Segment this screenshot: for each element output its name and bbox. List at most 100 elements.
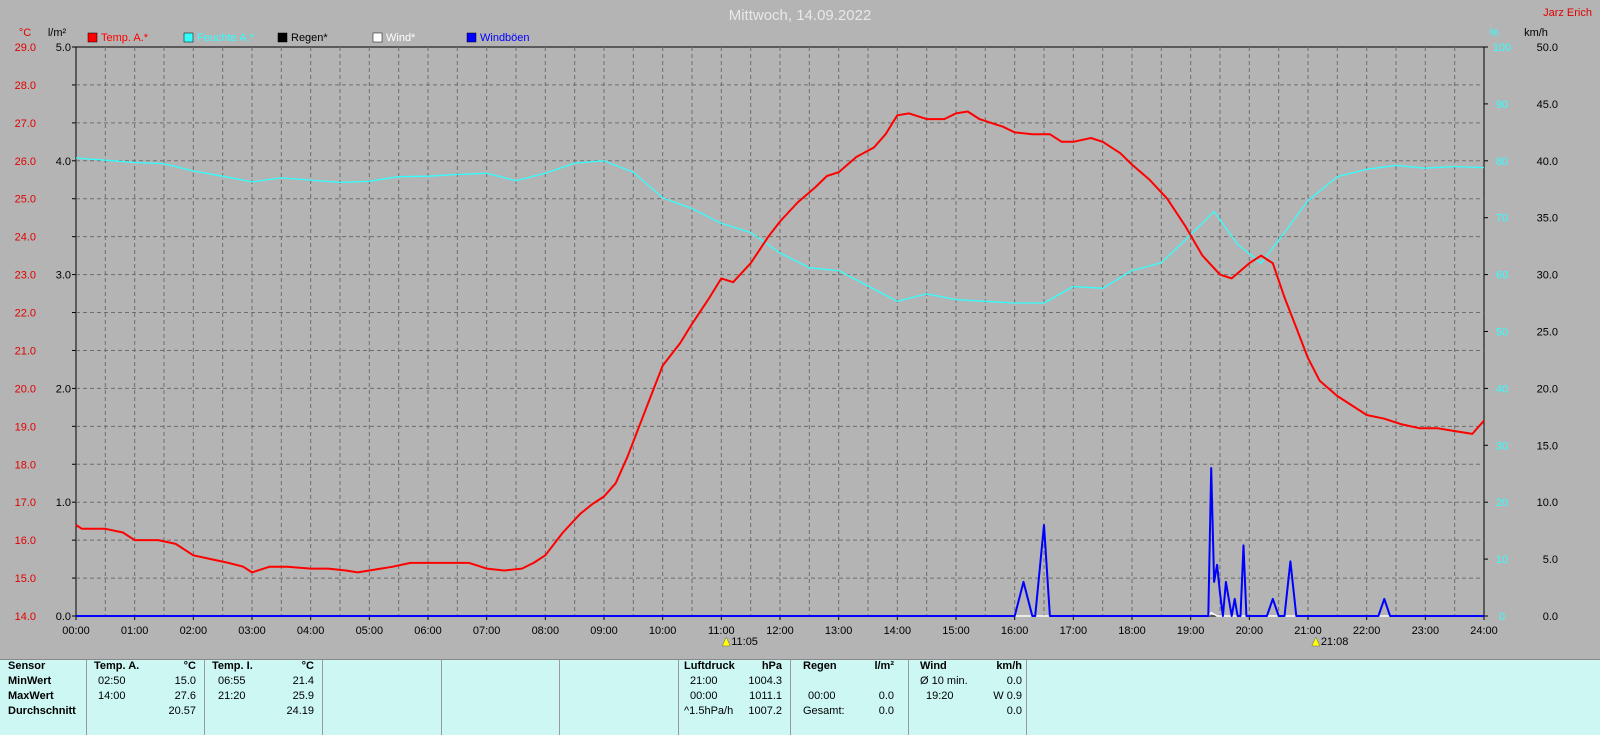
rain-tick-label: 2.0 (56, 383, 71, 395)
temp-tick-label: 28.0 (15, 80, 36, 92)
humidity-tick-label: 10 (1496, 554, 1508, 566)
wind-tick-label: 45.0 (1537, 99, 1558, 111)
weather-chart: °C l/m²% km/h 29.0 28.0 27.0 26.0 25.0 24.0 23.0 2… (15, 7, 1592, 648)
x-tick-label: 07:00 (473, 625, 501, 637)
x-tick-label: 19:00 (1177, 625, 1205, 637)
wind-tick-label: 5.0 (1543, 554, 1558, 566)
wind-tick-label: 0.0 (1543, 611, 1558, 623)
legend-label: Feuchte A.* (197, 32, 255, 44)
chart-area: °C l/m²% km/h 29.0 28.0 27.0 26.0 25.0 24.0 23.0 2… (0, 0, 1600, 658)
luftdruck-unit: hPa (761, 660, 782, 672)
marker-time-label: 11:05 (731, 636, 758, 648)
x-tick-label: 10:00 (649, 625, 677, 637)
regen-title: Regen (803, 660, 837, 672)
humidity-tick-label: 40 (1496, 383, 1508, 395)
x-tick-label: 03:00 (238, 625, 266, 637)
sun-marker-icon (721, 636, 731, 647)
temp-tick-label: 23.0 (15, 270, 36, 282)
x-tick-label: 15:00 (942, 625, 970, 637)
x-tick-label: 12:00 (766, 625, 794, 637)
humidity-tick-label: 20 (1496, 497, 1508, 509)
empty-column-1 (323, 660, 442, 735)
x-tick-label: 18:00 (1118, 625, 1146, 637)
temp-tick-label: 21.0 (15, 345, 36, 357)
luftdruck-r2-time: 00:00 (690, 690, 718, 702)
wind-tick-label: 50.0 (1537, 42, 1558, 54)
temp-tick-label: 14.0 (15, 611, 36, 623)
humidity-tick-label: 30 (1496, 440, 1508, 452)
temp-a-title: Temp. A. (94, 660, 140, 672)
sun-marker-icon (1311, 636, 1321, 647)
wind-tick-label: 30.0 (1537, 270, 1558, 282)
rain-axis-unit: l/m² (48, 27, 67, 39)
temp-a-average: 20.57 (168, 705, 196, 717)
temp-i-title: Temp. I. (212, 660, 253, 672)
temp-i-max-value: 25.9 (292, 690, 314, 702)
temp-tick-label: 26.0 (15, 156, 36, 168)
x-tick-label: 01:00 (121, 625, 149, 637)
wind-title: Wind (920, 660, 947, 672)
temp-a-column: Temp. A. °C 02:50 15.0 14:00 27.6 20.57 (87, 660, 205, 735)
legend-label: Windböen (480, 32, 530, 44)
x-tick-label: 09:00 (590, 625, 618, 637)
x-tick-label: 04:00 (297, 625, 325, 637)
chart-author: Jarz Erich (1543, 7, 1592, 19)
temp-a-unit: °C (183, 660, 196, 672)
row-label-avg: Durchschnitt (8, 705, 76, 717)
temp-tick-label: 16.0 (15, 535, 36, 547)
temp-i-average: 24.19 (286, 705, 314, 717)
temp-a-max-time: 14:00 (98, 690, 126, 702)
luftdruck-r3-value: 1007.2 (748, 705, 782, 717)
humidity-tick-label: 90 (1496, 99, 1508, 111)
wind-unit: km/h (996, 660, 1022, 672)
wind-tick-label: 35.0 (1537, 213, 1558, 225)
wind-r3-value: 0.0 (1006, 705, 1022, 717)
x-tick-label: 02:00 (180, 625, 208, 637)
temp-tick-label: 24.0 (15, 232, 36, 244)
empty-column-3 (560, 660, 679, 735)
wind-r2-time: 19:20 (926, 690, 954, 702)
wind-tick-label: 40.0 (1537, 156, 1558, 168)
x-tick-label: 00:00 (62, 625, 90, 637)
legend-swatch (277, 32, 288, 43)
x-tick-label: 08:00 (532, 625, 560, 637)
x-tick-label: 05:00 (356, 625, 384, 637)
wind-tick-label: 25.0 (1537, 327, 1558, 339)
x-tick-label: 22:00 (1353, 625, 1381, 637)
wind-tick-label: 15.0 (1537, 440, 1558, 452)
temp-axis-unit: °C (19, 27, 31, 39)
x-tick-label: 17:00 (1060, 625, 1088, 637)
x-tick-label: 23:00 (1412, 625, 1440, 637)
temp-tick-label: 18.0 (15, 459, 36, 471)
regen-column: Regen l/m² 00:00 0.0 Gesamt: 0.0 (791, 660, 909, 735)
x-tick-label: 13:00 (825, 625, 853, 637)
rain-tick-label: 4.0 (56, 156, 71, 168)
wind-r2-value: W 0.9 (993, 690, 1022, 702)
rain-tick-label: 5.0 (56, 42, 71, 54)
rain-tick-label: 0.0 (56, 611, 71, 623)
humidity-tick-label: 80 (1496, 156, 1508, 168)
legend-swatch (87, 32, 98, 43)
x-tick-label: 20:00 (1236, 625, 1264, 637)
chart-title: Mittwoch, 14.09.2022 (729, 7, 872, 24)
wind-tick-label: 20.0 (1537, 383, 1558, 395)
humidity-tick-label: 0 (1499, 611, 1505, 623)
temp-tick-label: 25.0 (15, 194, 36, 206)
temp-tick-label: 17.0 (15, 497, 36, 509)
sensor-title: Sensor (8, 660, 46, 672)
luftdruck-title: Luftdruck (684, 660, 735, 672)
marker-time-label: 21:08 (1321, 636, 1349, 648)
temp-i-column: Temp. I. °C 06:55 21.4 21:20 25.9 24.19 (205, 660, 323, 735)
luftdruck-r1-value: 1004.3 (748, 675, 782, 687)
temp-i-unit: °C (301, 660, 314, 672)
temp-a-min-time: 02:50 (98, 675, 126, 687)
empty-column-2 (442, 660, 560, 735)
temp-tick-label: 29.0 (15, 42, 36, 54)
legend-label: Wind* (386, 32, 416, 44)
regen-total-label: Gesamt: (803, 705, 845, 717)
temp-a-max-value: 27.6 (174, 690, 196, 702)
humidity-tick-label: 100 (1493, 42, 1511, 54)
humidity-axis-unit: % (1489, 27, 1499, 39)
temp-i-min-time: 06:55 (218, 675, 246, 687)
sensor-column: Sensor MinWert MaxWert Durchschnitt (0, 660, 87, 735)
